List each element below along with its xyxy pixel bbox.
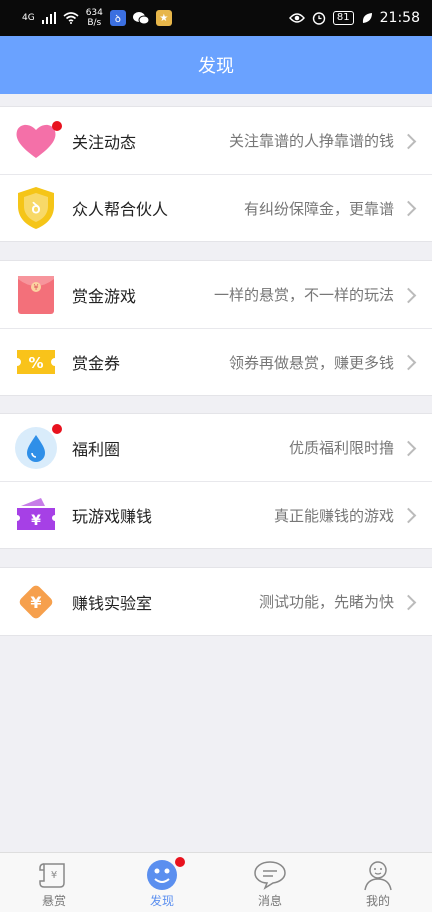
- tab-label: 消息: [257, 894, 282, 908]
- menu-item-title: 众人帮合伙人: [72, 200, 169, 219]
- chevron-right-icon: [402, 441, 416, 455]
- menu-item-desc: 真正能赚钱的游戏: [273, 506, 394, 525]
- menu-item-title: 玩游戏赚钱: [72, 507, 153, 526]
- svg-text:¥: ¥: [51, 870, 57, 881]
- yuan-diamond-icon: ¥: [14, 580, 58, 624]
- alarm-icon: [312, 12, 326, 25]
- page-title: 发现: [198, 56, 234, 77]
- notification-badge: [52, 120, 62, 131]
- svg-text:¥: ¥: [31, 513, 41, 529]
- menu-item-title: 赏金券: [72, 354, 121, 373]
- menu-item-bounty-coupon[interactable]: % 赏金券 领券再做悬赏，赚更多钱: [0, 328, 432, 395]
- menu-item-money-lab[interactable]: ¥ 赚钱实验室 测试功能，先睹为快: [0, 568, 432, 635]
- tab-discover[interactable]: 发现: [108, 853, 216, 912]
- tab-messages[interactable]: 消息: [216, 853, 324, 912]
- wifi-icon: [63, 12, 79, 24]
- tab-profile[interactable]: 我的: [324, 853, 432, 912]
- chevron-right-icon: [402, 508, 416, 522]
- shield-icon: ꝺ: [14, 186, 58, 230]
- wechat-icon: [132, 12, 149, 25]
- status-bar: 4G 634 B/s ꝺ ★ 81 21:58: [0, 0, 432, 36]
- svg-text:%: %: [28, 354, 43, 372]
- menu-group-1: 关注动态 关注靠谱的人挣靠谱的钱 ꝺ 众人帮合伙人 有纠纷保障金，更靠谱: [0, 106, 432, 242]
- heart-icon: [14, 119, 62, 163]
- svg-text:¥: ¥: [30, 593, 41, 612]
- menu-item-title: 赚钱实验室: [72, 593, 153, 613]
- eye-icon: [288, 13, 305, 23]
- menu-item-follow-feed[interactable]: 关注动态 关注靠谱的人挣靠谱的钱: [0, 107, 432, 174]
- header: 发现: [0, 36, 432, 94]
- app-icon: ꝺ: [109, 10, 126, 26]
- bottom-tab-bar: ¥ 悬赏 发现 消息 我的: [0, 852, 432, 912]
- menu-item-welfare[interactable]: 福利圈 优质福利限时撸: [0, 414, 432, 481]
- menu-item-bounty-game[interactable]: ¥ 赏金游戏 一样的悬赏，不一样的玩法: [0, 261, 432, 328]
- user-icon: [361, 859, 395, 891]
- scroll-icon: ¥: [37, 859, 71, 891]
- menu-item-title: 关注动态: [72, 132, 137, 152]
- menu-group-3: 福利圈 优质福利限时撸 ¥ 玩游戏赚钱 真正能赚钱的游戏: [0, 413, 432, 549]
- star-app-icon: ★: [155, 10, 172, 26]
- coupon-icon: %: [14, 340, 58, 384]
- chat-bubble-icon: [253, 859, 287, 891]
- menu-item-play-games[interactable]: ¥ 玩游戏赚钱 真正能赚钱的游戏: [0, 481, 432, 548]
- menu-group-4: ¥ 赚钱实验室 测试功能，先睹为快: [0, 567, 432, 636]
- chevron-right-icon: [402, 355, 416, 369]
- notification-badge: [52, 423, 62, 434]
- clock: 21:58: [379, 10, 420, 26]
- menu-item-desc: 有纠纷保障金，更靠谱: [243, 199, 394, 218]
- svg-text:¥: ¥: [33, 283, 38, 292]
- menu-item-desc: 测试功能，先睹为快: [258, 593, 394, 611]
- menu-item-desc: 优质福利限时撸: [288, 439, 394, 457]
- tab-label: 悬赏: [41, 894, 66, 908]
- compass-icon: [145, 857, 185, 891]
- network-type: 4G: [22, 12, 35, 23]
- water-drop-icon: [14, 423, 62, 470]
- notification-badge: [175, 857, 185, 867]
- menu-item-desc: 关注靠谱的人挣靠谱的钱: [228, 132, 394, 150]
- menu-group-2: ¥ 赏金游戏 一样的悬赏，不一样的玩法 % 赏金券 领券再做悬赏，赚更多钱: [0, 260, 432, 396]
- ticket-icon: ¥: [14, 493, 58, 537]
- menu-item-desc: 一样的悬赏，不一样的玩法: [213, 286, 394, 304]
- tab-bounty[interactable]: ¥ 悬赏: [0, 853, 108, 912]
- chevron-right-icon: [402, 201, 416, 215]
- menu-item-title: 赏金游戏: [72, 286, 137, 306]
- tab-label: 发现: [149, 894, 174, 908]
- chevron-right-icon: [402, 595, 416, 609]
- tab-label: 我的: [365, 894, 390, 908]
- menu-item-partner[interactable]: ꝺ 众人帮合伙人 有纠纷保障金，更靠谱: [0, 174, 432, 241]
- leaf-icon: [362, 13, 372, 23]
- red-envelope-icon: ¥: [14, 273, 58, 317]
- signal-icon: [41, 12, 56, 24]
- chevron-right-icon: [402, 134, 416, 148]
- network-speed: 634 B/s: [85, 8, 103, 28]
- menu-item-title: 福利圈: [72, 439, 121, 459]
- svg-text:ꝺ: ꝺ: [32, 199, 41, 217]
- chevron-right-icon: [402, 288, 416, 302]
- menu-item-desc: 领券再做悬赏，赚更多钱: [228, 353, 394, 372]
- battery-icon: 81: [332, 11, 354, 25]
